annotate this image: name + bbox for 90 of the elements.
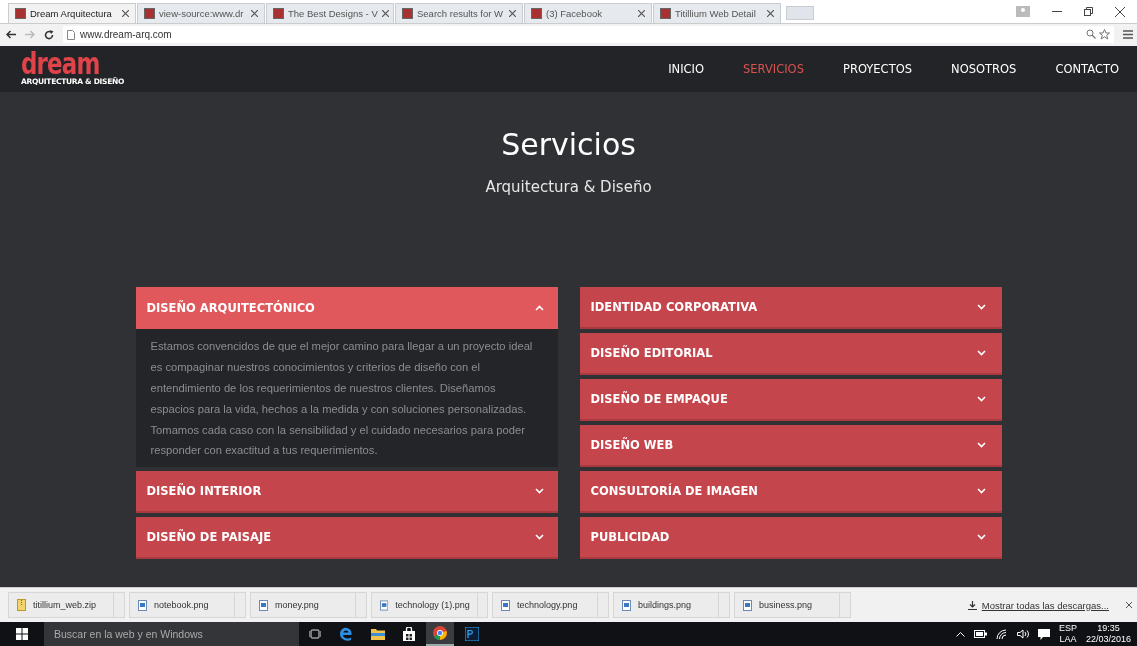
zip-file-icon [17, 599, 26, 611]
store-bag-icon[interactable] [403, 627, 415, 641]
minimize-icon[interactable] [1052, 10, 1062, 13]
nav-link[interactable]: SERVICIOS [704, 61, 804, 76]
battery-icon[interactable] [973, 630, 987, 638]
close-icon[interactable] [122, 10, 129, 17]
download-item[interactable]: technology (1).png [371, 592, 488, 618]
chevron-down-icon [534, 488, 544, 495]
notification-icon[interactable] [1037, 628, 1050, 640]
browser-tab[interactable]: Search results for W [395, 3, 523, 23]
favicon-icon [660, 8, 671, 19]
restore-icon[interactable] [1084, 7, 1093, 16]
star-icon[interactable] [1099, 29, 1110, 41]
close-icon[interactable] [1126, 602, 1132, 608]
browser-tab[interactable]: The Best Designs - V [266, 3, 394, 23]
accordion-header[interactable]: DISEÑO WEB [579, 424, 1002, 467]
accordion-header[interactable]: DISEÑO EDITORIAL [579, 332, 1002, 375]
image-file-icon [622, 599, 631, 611]
image-file-icon [380, 599, 389, 611]
accordion-header[interactable]: DISEÑO DE EMPAQUE [579, 378, 1002, 421]
download-item[interactable]: business.png [734, 592, 851, 618]
taskbar-search-field[interactable]: Buscar en la web y en Windows [44, 622, 299, 646]
task-view-icon[interactable] [309, 629, 321, 639]
chevron-down-icon [976, 441, 986, 448]
show-all-downloads-link[interactable]: Mostrar todas las descargas... [981, 599, 1109, 611]
page-icon [67, 29, 75, 40]
address-field[interactable]: www.dream-arq.com [63, 26, 1114, 44]
close-icon[interactable] [1115, 6, 1125, 17]
edge-browser-icon[interactable] [339, 627, 353, 641]
folder-icon[interactable] [371, 628, 385, 640]
image-file-icon [743, 599, 752, 611]
keyboard-layout[interactable]: LAA [1059, 634, 1077, 645]
nav-link[interactable]: INICIO [629, 61, 704, 76]
close-icon[interactable] [251, 10, 258, 17]
page-subtitle: Arquitectura & Diseño [485, 177, 652, 196]
nav-link[interactable]: CONTACTO [1016, 61, 1119, 76]
accordion-header[interactable]: DISEÑO ARQUITECTÓNICO [135, 286, 558, 329]
search-icon[interactable] [1086, 29, 1096, 40]
favicon-icon [144, 8, 155, 19]
input-language[interactable]: ESP [1058, 623, 1077, 634]
favicon-icon [15, 8, 26, 19]
accordion-header[interactable]: PUBLICIDAD [579, 516, 1002, 559]
nav-link[interactable]: NOSOTROS [912, 61, 1017, 76]
image-file-icon [259, 599, 268, 611]
download-icon [967, 600, 977, 610]
close-icon[interactable] [638, 10, 645, 17]
page-title: Servicios [501, 126, 636, 163]
browser-tab[interactable]: Titillium Web Detail [653, 3, 781, 23]
close-icon[interactable] [509, 10, 516, 17]
favicon-icon [402, 8, 413, 19]
accordion-header[interactable]: CONSULTORÍA DE IMAGEN [579, 470, 1002, 513]
download-item[interactable]: money.png [250, 592, 367, 618]
chevron-down-icon [976, 533, 986, 540]
download-item[interactable]: notebook.png [129, 592, 246, 618]
download-item[interactable]: buildings.png [613, 592, 730, 618]
round-browser-icon [433, 626, 447, 640]
chrome-taskbar-button[interactable] [426, 622, 454, 646]
favicon-icon [273, 8, 284, 19]
clock-date[interactable]: 22/03/2016 [1085, 634, 1131, 645]
clock-time[interactable]: 19:35 [1097, 623, 1120, 634]
nav-link[interactable]: PROYECTOS [804, 61, 913, 76]
chevron-down-icon [976, 303, 986, 310]
service-description: Estamos convencidos de que el mejor camino para llegar a un proyecto ideal es compaginar nuestros conocimientos y criterios de diseño con el entendimiento de los requerimientos de nuestros clientes. Diseñamos espacios para la vida, hechos a la medida y con soluciones personalizadas. Tomamos cada caso con la sensibilidad y el cuidado necesarios para poder responder con exactitud a tus requerimientos. [150, 338, 534, 459]
chevron-down-icon [976, 395, 986, 402]
wifi-icon[interactable] [995, 629, 1008, 639]
browser-tab[interactable]: view-source:www.dr [137, 3, 265, 23]
download-item[interactable]: technology.png [492, 592, 609, 618]
close-icon[interactable] [767, 10, 774, 17]
close-icon[interactable] [381, 10, 389, 17]
download-item[interactable]: titillium_web.zip [8, 592, 125, 618]
browser-tab[interactable]: (3) Facebook [524, 3, 652, 23]
accordion-header[interactable]: DISEÑO INTERIOR [135, 471, 558, 514]
windows-logo-icon [16, 628, 28, 640]
photoshop-app-icon[interactable] [465, 627, 479, 641]
accordion-header[interactable]: IDENTIDAD CORPORATIVA [579, 286, 1002, 329]
chevron-down-icon [534, 534, 544, 541]
chevron-down-icon [976, 487, 986, 494]
speaker-icon[interactable] [1016, 629, 1029, 639]
reload-icon[interactable] [44, 29, 54, 40]
accordion-header[interactable]: DISEÑO DE PAISAJE [135, 517, 558, 560]
chevron-up-icon [534, 304, 544, 311]
browser-tab[interactable]: Dream Arquitectura [8, 3, 136, 23]
chevron-down-icon [976, 349, 986, 356]
image-file-icon [501, 599, 510, 611]
menu-icon[interactable] [1123, 30, 1133, 40]
favicon-icon [531, 8, 542, 19]
image-file-icon [138, 599, 147, 611]
logo-wordmark[interactable]: dream [21, 51, 109, 78]
chevron-up-icon[interactable] [955, 631, 965, 637]
back-icon[interactable] [6, 30, 16, 40]
